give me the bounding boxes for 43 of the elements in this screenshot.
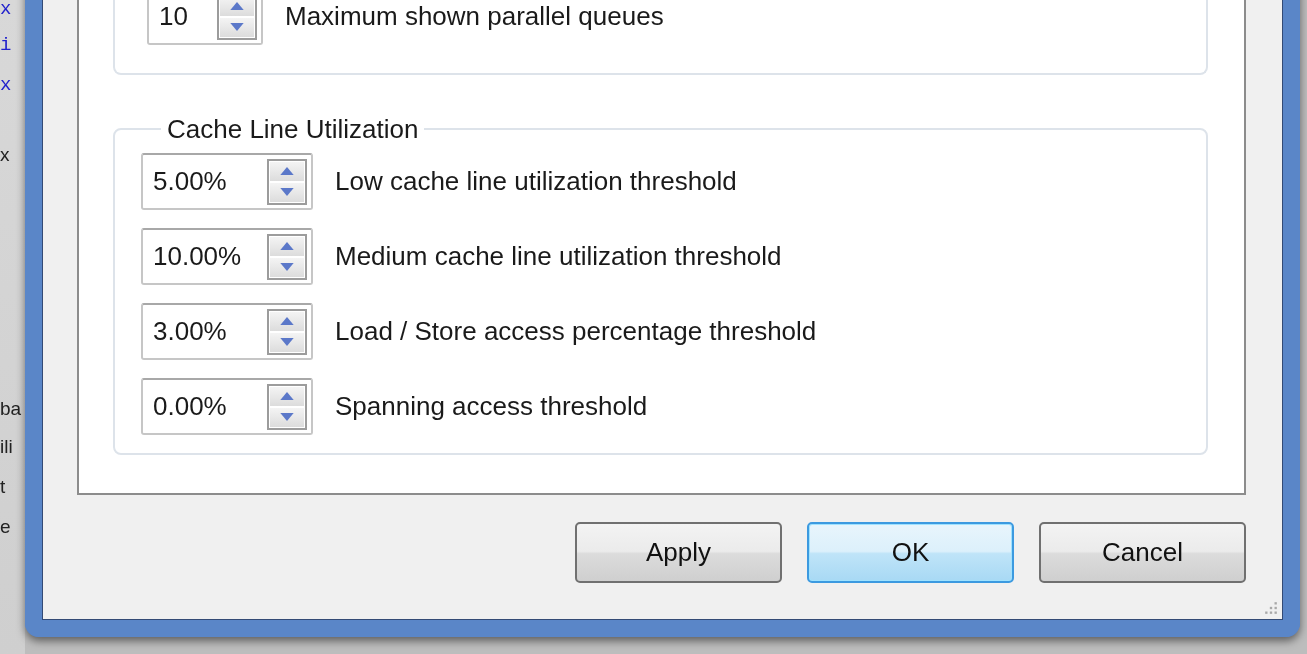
up-arrow-icon xyxy=(280,317,294,325)
background-text: x xyxy=(0,0,13,22)
background-text: x xyxy=(0,73,13,98)
spin-up-button[interactable] xyxy=(269,235,305,257)
background-text: e xyxy=(0,515,12,539)
spin-up-button[interactable] xyxy=(269,385,305,407)
spin-field[interactable]: 3.00% xyxy=(141,303,313,360)
spin-down-button[interactable] xyxy=(269,181,305,203)
spin-up-button[interactable] xyxy=(269,160,305,182)
spin-down-button[interactable] xyxy=(219,16,255,38)
spin-up-button[interactable] xyxy=(269,310,305,332)
spin-field[interactable]: 0.00% xyxy=(141,378,313,435)
background-text: x xyxy=(0,143,11,167)
field-label: Maximum shown parallel queues xyxy=(285,1,664,32)
down-arrow-icon xyxy=(280,338,294,346)
down-arrow-icon xyxy=(230,23,244,31)
dialog-button[interactable]: Apply xyxy=(575,522,782,583)
up-arrow-icon xyxy=(280,392,294,400)
up-arrow-icon xyxy=(280,242,294,250)
field-label: Spanning access threshold xyxy=(335,391,648,422)
background-text: ba xyxy=(0,397,23,421)
spin-down-button[interactable] xyxy=(269,331,305,353)
down-arrow-icon xyxy=(280,413,294,421)
field-label: Load / Store access percentage threshold xyxy=(335,316,817,347)
dialog-button[interactable]: Cancel xyxy=(1039,522,1246,583)
field-label: Medium cache line utilization threshold xyxy=(335,241,782,272)
resize-grip-icon xyxy=(1264,601,1278,615)
spin-down-button[interactable] xyxy=(269,256,305,278)
field-label: Low cache line utilization threshold xyxy=(335,166,737,197)
spin-field[interactable]: 5.00% xyxy=(141,153,313,210)
background-text: ili xyxy=(0,435,14,459)
spin-field[interactable]: 10 xyxy=(147,0,263,45)
up-arrow-icon xyxy=(230,2,244,10)
background-text: t xyxy=(0,475,7,499)
down-arrow-icon xyxy=(280,263,294,271)
spin-down-button[interactable] xyxy=(269,406,305,428)
background-text: i xyxy=(0,33,13,58)
spin-up-button[interactable] xyxy=(219,0,255,17)
dialog-button[interactable]: OK xyxy=(807,522,1014,583)
down-arrow-icon xyxy=(280,188,294,196)
group-title: Cache Line Utilization xyxy=(166,115,420,143)
spin-field[interactable]: 10.00% xyxy=(141,228,313,285)
up-arrow-icon xyxy=(280,167,294,175)
